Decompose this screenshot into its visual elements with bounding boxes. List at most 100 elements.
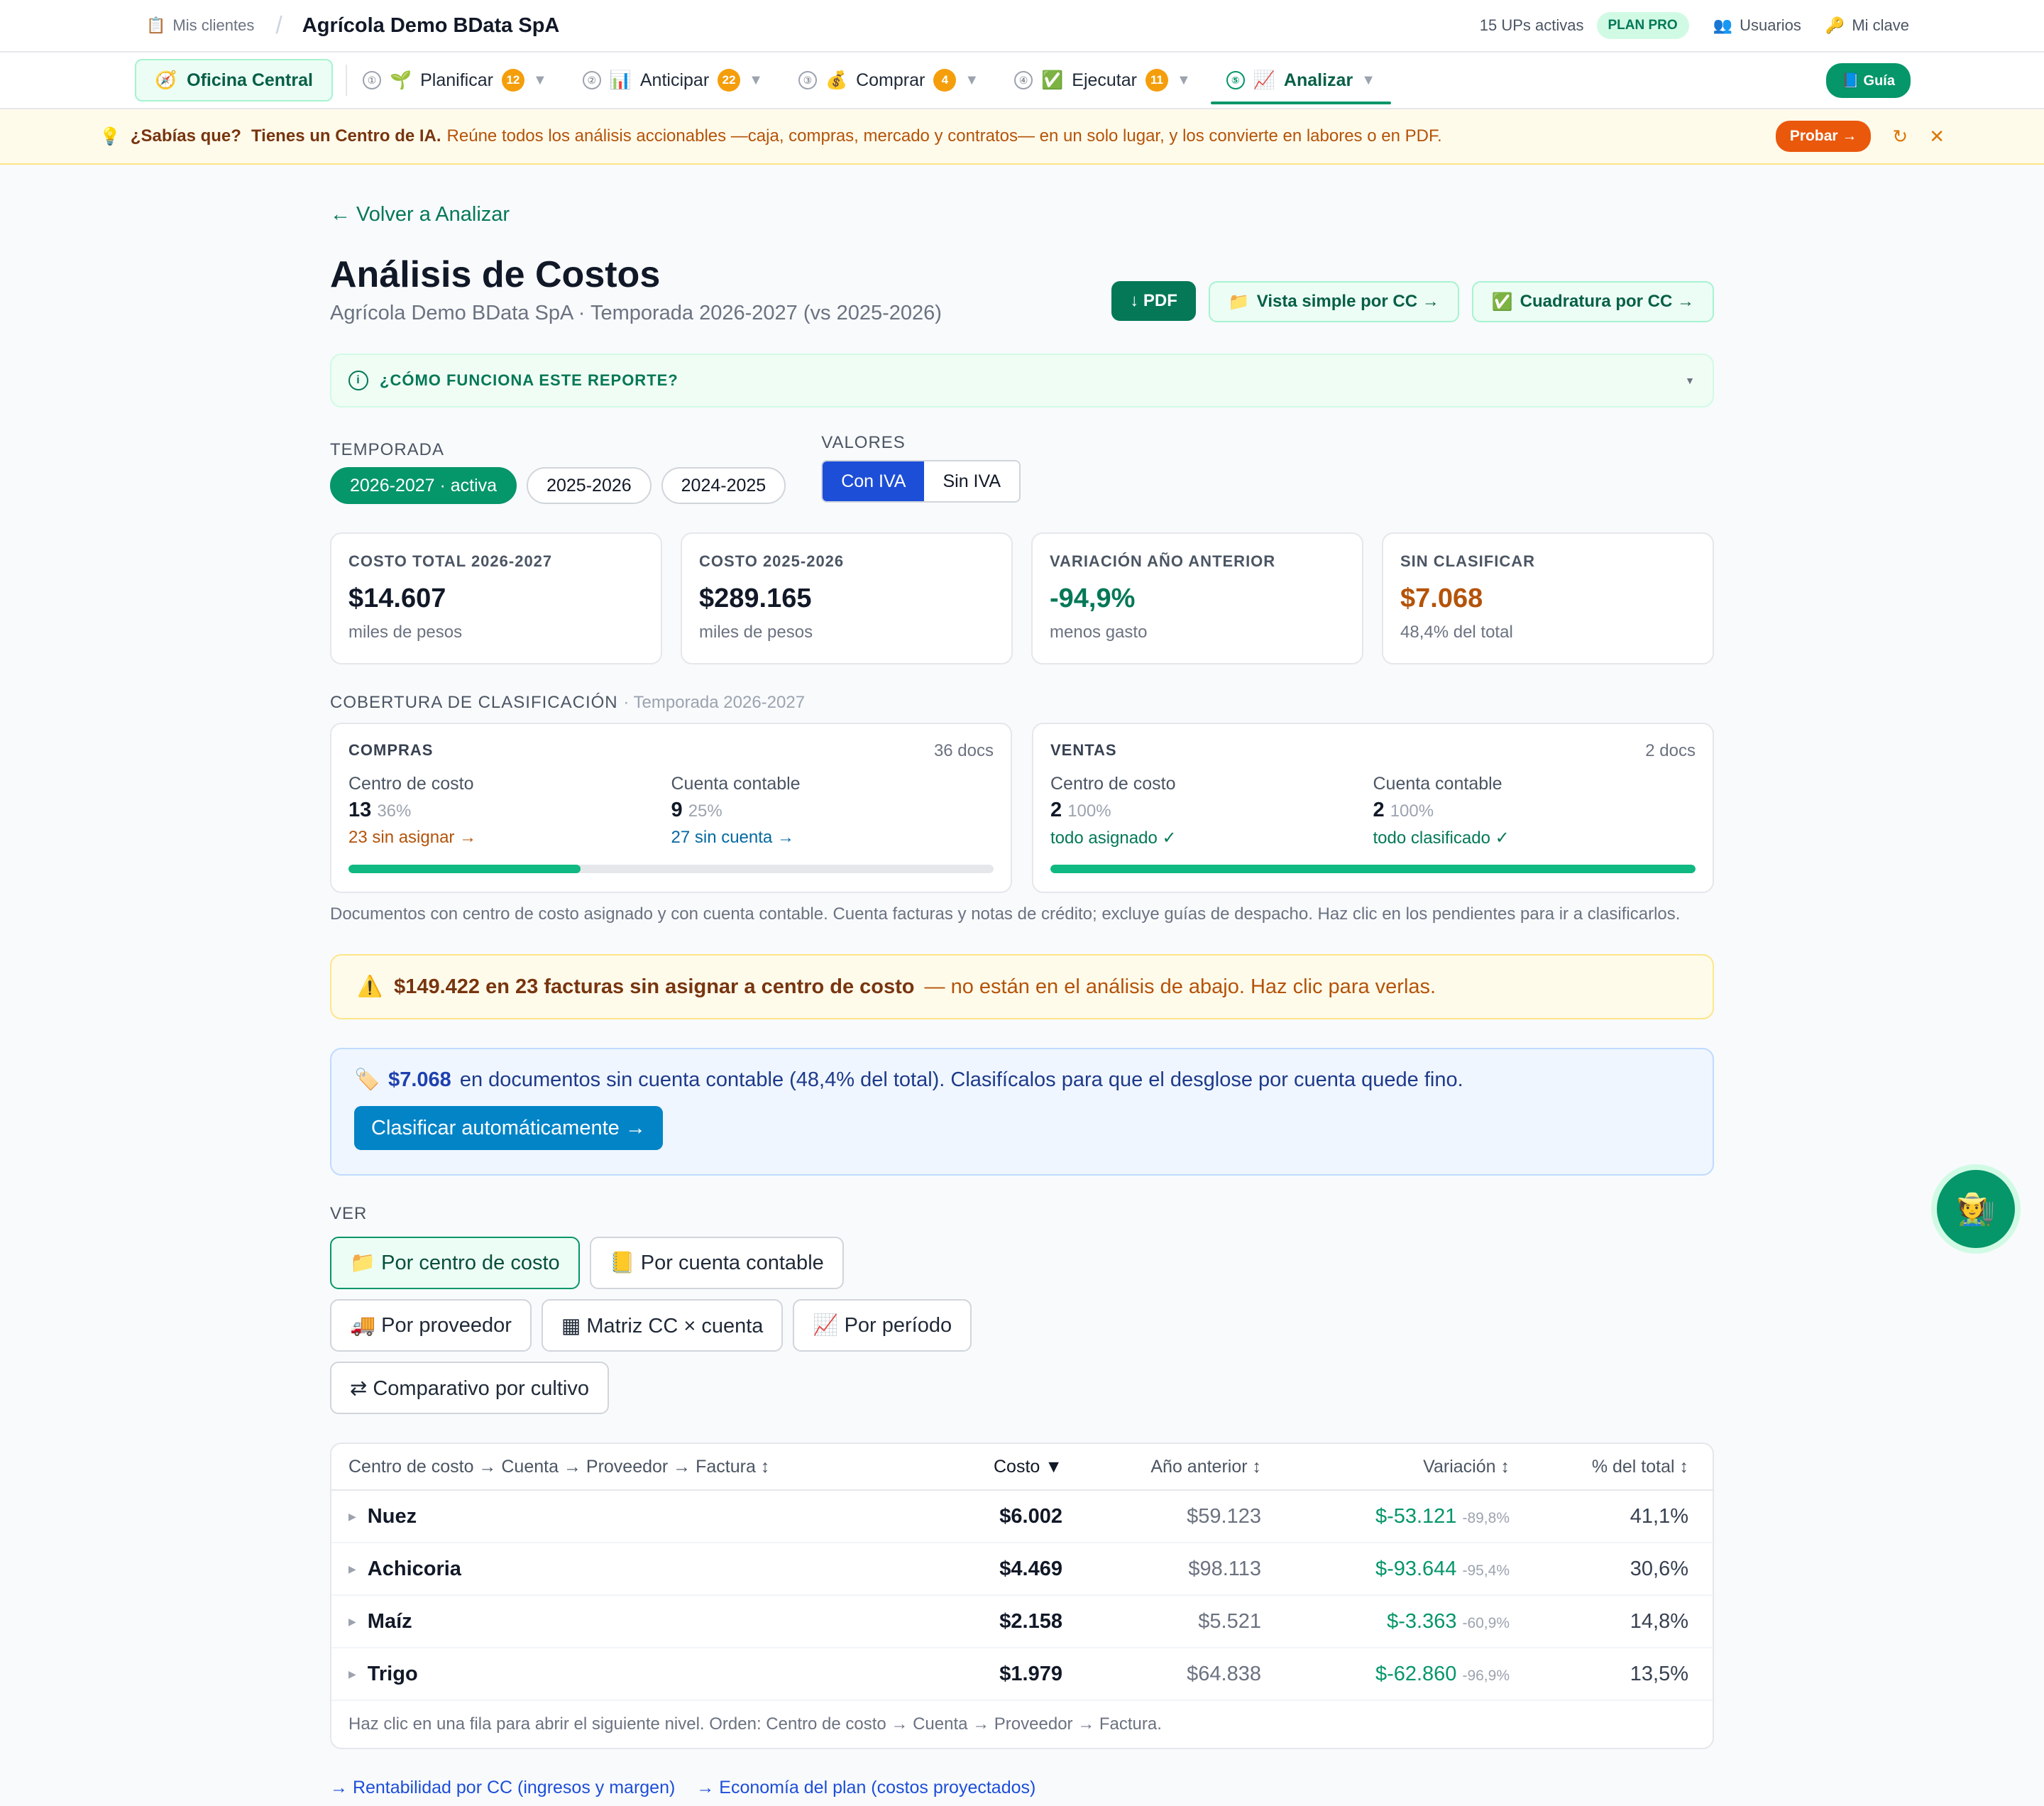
unassigned-warning[interactable]: ⚠️ $149.422 en 23 facturas sin asignar a… <box>330 954 1714 1019</box>
assistant-button[interactable]: 🧑‍🌾 <box>1937 1170 2015 1248</box>
nav-analizar[interactable]: ⑤ 📈 Analizar ▼ <box>1210 52 1392 109</box>
account-count: 2 <box>1373 799 1385 821</box>
how-it-works-toggle[interactable]: i ¿CÓMO FUNCIONA ESTE REPORTE? ▼ <box>330 354 1714 407</box>
without-vat-option[interactable]: Sin IVA <box>924 461 1019 501</box>
guide-button[interactable]: 📘 Guía <box>1826 62 1911 98</box>
view-by-supplier[interactable]: 🚚 Por proveedor <box>330 1299 532 1352</box>
tip-question: ¿Sabías que? <box>130 126 241 146</box>
view-crop-comparison[interactable]: ⇄ Comparativo por cultivo <box>330 1362 609 1414</box>
main-nav: 🧭 Oficina Central ① 🌱 Planificar 12 ▼ ② … <box>0 53 2044 109</box>
values-filter: VALORES Con IVA Sin IVA <box>821 433 1021 504</box>
tip-headline: Tienes un Centro de IA. <box>251 126 441 146</box>
table-row[interactable]: ▶ Achicoria $4.469 $98.113 $-93.644 -95,4%… <box>331 1543 1713 1596</box>
office-central-button[interactable]: 🧭 Oficina Central <box>135 59 333 102</box>
nav-planificar[interactable]: ① 🌱 Planificar 12 ▼ <box>362 52 547 109</box>
kpi-row: COSTO TOTAL 2026-2027 $14.607 miles de p… <box>330 532 1714 664</box>
row-cost: $6.002 <box>999 1504 1062 1528</box>
cost-center-name: Nuez <box>367 1504 417 1528</box>
season-pill-2026[interactable]: 2026-2027 · activa <box>330 467 517 504</box>
lightbulb-icon: 💡 <box>99 126 121 146</box>
sales-progress-bar <box>1050 865 1696 873</box>
refresh-icon[interactable]: ↻ <box>1892 126 1908 148</box>
caret-down-icon: ▼ <box>1176 72 1191 88</box>
bar-chart-icon: 📊 <box>609 70 632 90</box>
kpi-value: $14.607 <box>348 584 446 613</box>
season-pill-2024[interactable]: 2024-2025 <box>661 467 786 504</box>
row-name: ▶ Achicoria <box>348 1558 952 1581</box>
filters: TEMPORADA 2026-2027 · activa 2025-2026 2… <box>330 433 1714 504</box>
no-account-link[interactable]: 27 sin cuenta → <box>671 828 994 848</box>
my-key-link[interactable]: 🔑 Mi clave <box>1825 16 1909 35</box>
tip-text: Reúne todos los análisis accionables —ca… <box>446 126 1442 146</box>
unassigned-link[interactable]: 23 sin asignar → <box>348 828 671 848</box>
close-icon[interactable]: ✕ <box>1929 126 1945 148</box>
try-button[interactable]: Probar → <box>1775 121 1872 152</box>
table-row[interactable]: ▶ Trigo $1.979 $64.838 $-62.860 -96,9% 13,… <box>331 1648 1713 1701</box>
chevron-down-icon: ▼ <box>1685 375 1696 386</box>
reconcile-button[interactable]: ✅ Cuadratura por CC → <box>1471 281 1714 322</box>
table-footer: Haz clic en una fila para abrir el sigui… <box>348 1714 1162 1734</box>
col-cost[interactable]: Costo ▼ <box>952 1457 1062 1477</box>
row-variation: $-93.644 -95,4% <box>1261 1558 1510 1581</box>
view-by-cost-center[interactable]: 📁 Por centro de costo <box>330 1237 580 1289</box>
kpi-sub: miles de pesos <box>348 623 463 642</box>
variation-percent: -95,4% <box>1462 1562 1510 1579</box>
count-badge: 22 <box>718 69 741 92</box>
row-variation: $-3.363 -60,9% <box>1261 1610 1510 1633</box>
count-badge: 12 <box>501 69 524 92</box>
view-matrix[interactable]: ▦ Matriz CC × cuenta <box>541 1299 784 1352</box>
nav-label: Planificar <box>420 70 493 90</box>
top-right-menu: 15 UPs activas PLAN PRO 👥 Usuarios 🔑 Mi cl… <box>1480 12 1909 39</box>
plan-economy-link[interactable]: → Economía del plan (costos proyectados) <box>696 1778 1035 1798</box>
col-cost-center[interactable]: Centro de costo → Cuenta → Proveedor → F… <box>348 1457 952 1477</box>
office-label: Oficina Central <box>187 70 313 90</box>
view-label: VER <box>330 1204 368 1223</box>
my-clients-link[interactable]: Mis clientes <box>172 16 254 35</box>
cost-center-name: Achicoria <box>367 1557 461 1580</box>
cc-label: Centro de costo <box>1050 774 1176 794</box>
col-variation[interactable]: Variación ↕ <box>1261 1457 1510 1477</box>
col-prev-year[interactable]: Año anterior ↕ <box>1062 1457 1261 1477</box>
tag-icon: 🏷️ <box>354 1068 380 1091</box>
row-share: 41,1% <box>1630 1504 1688 1528</box>
simple-view-button[interactable]: 📁 Vista simple por CC → <box>1208 281 1459 322</box>
with-vat-option[interactable]: Con IVA <box>823 461 925 501</box>
kpi-value: $7.068 <box>1400 584 1483 613</box>
kpi-sub: menos gasto <box>1050 623 1148 642</box>
cc-value: 2 100% <box>1050 799 1373 822</box>
breadcrumb-separator: / <box>275 11 282 39</box>
table-row[interactable]: ▶ Nuez $6.002 $59.123 $-53.121 -89,8% 41,1… <box>331 1491 1713 1543</box>
nav-ejecutar[interactable]: ④ ✅ Ejecutar 11 ▼ <box>1014 52 1191 109</box>
pdf-button[interactable]: ↓ PDF <box>1111 281 1196 321</box>
progress-fill <box>1050 865 1696 873</box>
view-by-account[interactable]: 📒 Por cuenta contable <box>589 1237 844 1289</box>
users-link[interactable]: 👥 Usuarios <box>1713 16 1801 35</box>
related-links: → Rentabilidad por CC (ingresos y margen… <box>330 1778 1714 1798</box>
row-name: ▶ Maíz <box>348 1610 952 1633</box>
profitability-link[interactable]: → Rentabilidad por CC (ingresos y margen… <box>330 1778 675 1798</box>
col-share[interactable]: % del total ↕ <box>1510 1457 1688 1477</box>
page-title: Análisis de Costos <box>330 254 661 295</box>
expand-icon: ▶ <box>348 1563 356 1575</box>
kpi-label: COSTO 2025-2026 <box>699 552 845 570</box>
table-row[interactable]: ▶ Maíz $2.158 $5.521 $-3.363 -60,9% 14,8% <box>331 1596 1713 1648</box>
nav-anticipar[interactable]: ② 📊 Anticipar 22 ▼ <box>582 52 763 109</box>
nav-comprar[interactable]: ③ 💰 Comprar 4 ▼ <box>798 52 979 109</box>
variation-amount: $-93.644 <box>1375 1557 1457 1580</box>
auto-classify-button[interactable]: Clasificar automáticamente → <box>354 1106 663 1150</box>
step-number: ⑤ <box>1226 71 1245 89</box>
back-link[interactable]: ← Volver a Analizar <box>330 203 1714 226</box>
account-label: Cuenta contable <box>671 774 801 794</box>
classify-panel: 🏷️ $7.068 en documentos sin cuenta conta… <box>330 1048 1714 1176</box>
row-share: 13,5% <box>1630 1662 1688 1685</box>
row-variation: $-62.860 -96,9% <box>1261 1663 1510 1686</box>
warning-bold: $149.422 en 23 facturas sin asignar a ce… <box>394 975 915 998</box>
sales-docs: 2 docs <box>1645 741 1696 760</box>
view-by-period[interactable]: 📈 Por período <box>793 1299 972 1352</box>
company-name: Agrícola Demo BData SpA <box>302 13 560 37</box>
season-pill-2025[interactable]: 2025-2026 <box>527 467 652 504</box>
variation-amount: $-3.363 <box>1387 1609 1457 1633</box>
row-share: 14,8% <box>1630 1609 1688 1633</box>
users-label: Usuarios <box>1740 16 1801 34</box>
card-header: COMPRAS 36 docs <box>348 741 994 761</box>
